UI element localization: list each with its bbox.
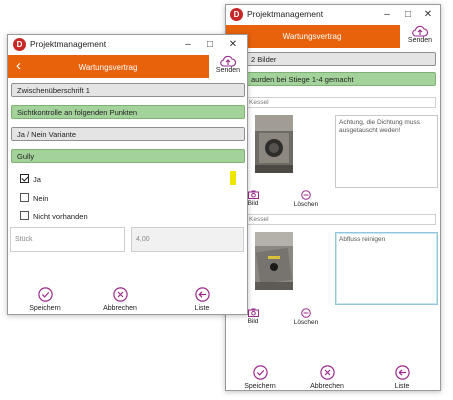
image-count-bar: 2 Bilder bbox=[245, 52, 436, 66]
image-button-label: Bild bbox=[247, 318, 259, 325]
maximize-icon[interactable]: □ bbox=[399, 7, 417, 22]
save-button[interactable]: Speichern bbox=[230, 365, 290, 390]
option-label: Nicht vorhanden bbox=[33, 212, 88, 221]
front-window: D Projektmanagement – □ ✕ ‹ Wartungsvert… bbox=[7, 34, 248, 315]
remove-icon bbox=[301, 190, 311, 200]
send-label: Senden bbox=[407, 37, 433, 44]
unit-field[interactable]: Stück bbox=[10, 227, 125, 252]
option-checkbox-ja[interactable] bbox=[20, 174, 29, 183]
drain-photo bbox=[255, 232, 293, 290]
option-label: Ja bbox=[33, 175, 41, 184]
highlight-marker bbox=[230, 171, 236, 185]
list-label: Liste bbox=[394, 383, 410, 390]
check-circle-icon bbox=[37, 287, 53, 302]
option-checkbox-nein[interactable] bbox=[20, 193, 29, 202]
section-header: Sichtkontrolle an folgenden Punkten bbox=[11, 105, 245, 119]
cancel-circle-icon bbox=[319, 365, 335, 380]
header-bar: ‹ Wartungsvertrag Senden bbox=[8, 55, 247, 78]
image-button-label: Bild bbox=[247, 200, 259, 207]
send-button[interactable]: Senden bbox=[400, 25, 440, 48]
cancel-button[interactable]: Abbrechen bbox=[297, 365, 357, 390]
section-header: Ja / Nein Variante bbox=[11, 127, 245, 141]
delete-button-label: Löschen bbox=[293, 319, 319, 326]
close-icon[interactable]: ✕ bbox=[224, 37, 242, 52]
header-title: Wartungsvertrag bbox=[78, 63, 138, 72]
maximize-icon[interactable]: □ bbox=[201, 37, 219, 52]
cancel-label: Abbrechen bbox=[103, 305, 137, 312]
cloud-upload-icon bbox=[220, 55, 236, 67]
window-title: Projektmanagement bbox=[30, 39, 107, 49]
camera-icon bbox=[247, 190, 259, 199]
check-circle-icon bbox=[252, 365, 268, 380]
section-bar: aurden bei Stiege 1-4 gemacht bbox=[245, 72, 436, 86]
save-label: Speichern bbox=[244, 383, 276, 390]
remove-icon bbox=[301, 308, 311, 318]
list-label: Liste bbox=[194, 305, 210, 312]
cancel-label: Abbrechen bbox=[310, 383, 344, 390]
camera-icon bbox=[247, 308, 259, 317]
quantity-field[interactable]: 4,00 bbox=[131, 227, 244, 252]
header-title: Wartungsvertrag bbox=[282, 32, 342, 41]
app-logo-icon: D bbox=[13, 38, 26, 51]
front-title-bar: D Projektmanagement – □ ✕ bbox=[8, 35, 247, 55]
save-label: Speichern bbox=[29, 305, 61, 312]
minimize-icon[interactable]: – bbox=[378, 7, 396, 22]
arrow-left-circle-icon bbox=[394, 365, 410, 380]
close-icon[interactable]: ✕ bbox=[419, 7, 437, 22]
back-window: D Projektmanagement – □ ✕ Wartungsvertra… bbox=[225, 4, 441, 391]
delete-button[interactable]: Löschen bbox=[286, 308, 326, 326]
window-title: Projektmanagement bbox=[247, 9, 324, 19]
minimize-icon[interactable]: – bbox=[179, 37, 197, 52]
header-bar: Wartungsvertrag Senden bbox=[226, 25, 440, 48]
notes-field[interactable]: Achtung, die Dichtung muss ausgetauscht … bbox=[335, 115, 438, 188]
option-label: Nein bbox=[33, 194, 49, 203]
location-input[interactable]: Kessel bbox=[245, 214, 436, 225]
back-title-bar: D Projektmanagement – □ ✕ bbox=[226, 5, 440, 25]
delete-button-label: Löschen bbox=[293, 201, 319, 208]
send-label: Senden bbox=[215, 67, 241, 74]
cloud-upload-icon bbox=[412, 25, 428, 37]
section-header: Zwischenüberschrift 1 bbox=[11, 83, 245, 97]
cancel-button[interactable]: Abbrechen bbox=[90, 287, 150, 312]
location-input[interactable]: Kessel bbox=[245, 97, 436, 108]
app-logo-icon: D bbox=[230, 8, 243, 21]
send-button[interactable]: Senden bbox=[209, 55, 247, 78]
list-button[interactable]: Liste bbox=[372, 365, 432, 390]
boiler-photo bbox=[255, 115, 293, 173]
delete-button[interactable]: Löschen bbox=[286, 190, 326, 208]
save-button[interactable]: Speichern bbox=[15, 287, 75, 312]
notes-field[interactable]: Abfluss reinigen bbox=[335, 232, 438, 305]
cancel-circle-icon bbox=[112, 287, 128, 302]
arrow-left-circle-icon bbox=[194, 287, 210, 302]
list-button[interactable]: Liste bbox=[172, 287, 232, 312]
section-header: Gully bbox=[11, 149, 245, 163]
option-checkbox-nicht-vorhanden[interactable] bbox=[20, 211, 29, 220]
